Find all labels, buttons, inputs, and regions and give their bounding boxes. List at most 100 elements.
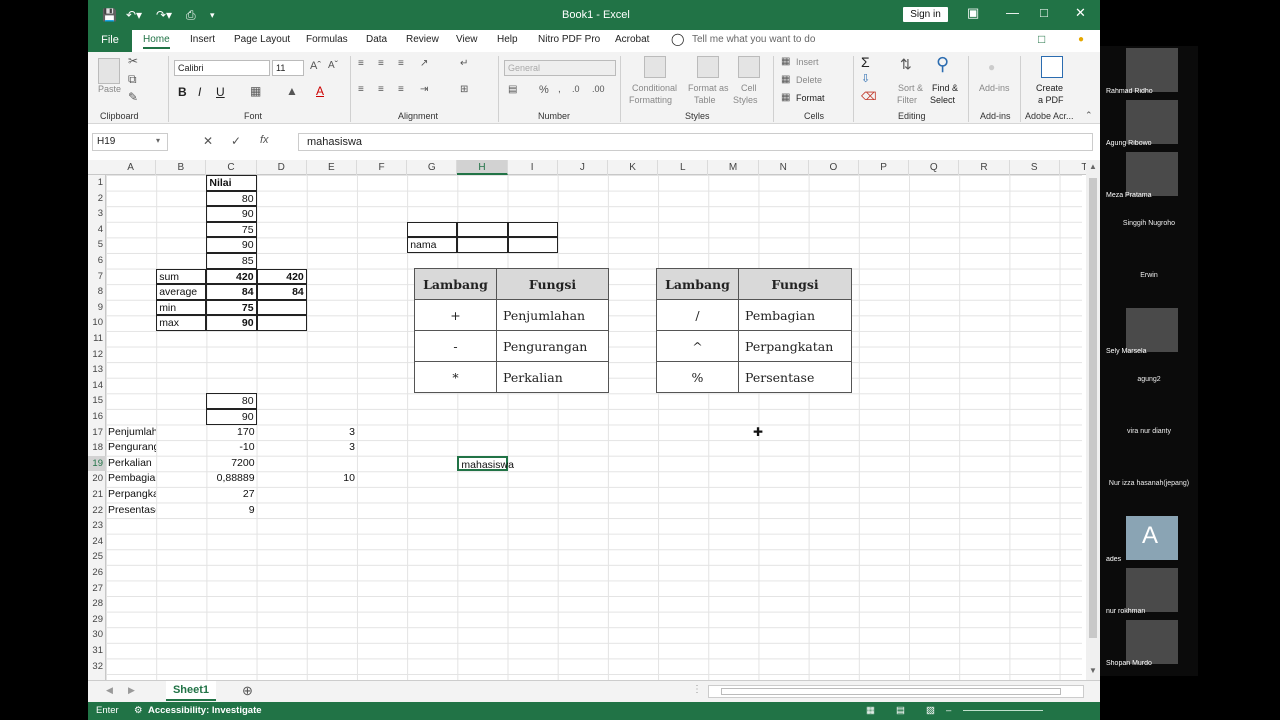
cell-d8[interactable]: 84 xyxy=(256,284,307,300)
column-header[interactable]: O xyxy=(809,160,859,175)
create-pdf-icon[interactable] xyxy=(1041,56,1063,78)
orientation-icon[interactable]: ↗ xyxy=(420,58,428,69)
tab-formulas[interactable]: Formulas xyxy=(306,34,348,45)
tab-page-layout[interactable]: Page Layout xyxy=(234,34,290,45)
row-header[interactable]: 12 xyxy=(88,347,106,363)
fill-color-icon[interactable]: ▲ xyxy=(286,84,298,98)
cell-d10[interactable] xyxy=(256,315,307,331)
paste-label[interactable]: Paste xyxy=(98,84,121,94)
page-break-view-icon[interactable]: ▧ xyxy=(926,702,935,720)
align-top-icon[interactable]: ≡ xyxy=(358,58,364,69)
align-center-icon[interactable]: ≡ xyxy=(378,84,384,95)
row-header[interactable]: 24 xyxy=(88,534,106,550)
tab-help[interactable]: Help xyxy=(497,34,518,45)
insert-function-icon[interactable]: fx xyxy=(260,134,269,146)
row-header[interactable]: 23 xyxy=(88,518,106,534)
cell-e17[interactable]: 3 xyxy=(307,425,357,441)
active-cell[interactable]: mahasiswa xyxy=(457,455,514,472)
row-header[interactable]: 4 xyxy=(88,222,106,238)
tab-view[interactable]: View xyxy=(456,34,478,45)
cell-c9[interactable]: 75 xyxy=(206,299,257,316)
row-header[interactable]: 7 xyxy=(88,269,106,285)
cell-c2[interactable]: 80 xyxy=(206,190,257,207)
increase-decimal-icon[interactable]: .0 xyxy=(572,84,580,94)
cell-c17[interactable]: 170 xyxy=(206,425,256,441)
row-header[interactable]: 8 xyxy=(88,284,106,300)
normal-view-icon[interactable]: ▦ xyxy=(866,702,875,720)
cell-c6[interactable]: 85 xyxy=(206,253,257,269)
tab-review[interactable]: Review xyxy=(406,34,439,45)
cell-c1[interactable]: Nilai xyxy=(206,175,257,191)
zoom-out-icon[interactable]: – xyxy=(946,702,951,720)
row-header[interactable]: 31 xyxy=(88,643,106,659)
minimize-icon[interactable]: — xyxy=(1006,5,1019,20)
cell-c7[interactable]: 420 xyxy=(206,268,257,285)
bold-icon[interactable]: B xyxy=(178,85,187,99)
undo-icon[interactable]: ↶▾ xyxy=(126,8,142,22)
comments-icon[interactable]: □ xyxy=(1038,32,1045,46)
align-middle-icon[interactable]: ≡ xyxy=(378,58,384,69)
row-header[interactable]: 2 xyxy=(88,191,106,207)
addins-button-label[interactable]: Add-ins xyxy=(979,83,1010,93)
indent-icon[interactable]: ⇥ xyxy=(420,84,428,95)
column-header[interactable]: B xyxy=(156,160,207,175)
cell-c8[interactable]: 84 xyxy=(206,284,257,300)
paste-icon[interactable] xyxy=(98,58,120,84)
conditional-formatting-icon[interactable] xyxy=(644,56,666,78)
row-header[interactable]: 30 xyxy=(88,627,106,643)
cell-h4[interactable] xyxy=(457,221,508,238)
cell-h5[interactable] xyxy=(457,237,508,253)
column-header[interactable]: S xyxy=(1010,160,1060,175)
row-header[interactable]: 15 xyxy=(88,393,106,409)
font-name-select[interactable]: Calibri xyxy=(174,60,270,76)
number-format-select[interactable]: General xyxy=(504,60,616,76)
confirm-entry-icon[interactable]: ✓ xyxy=(231,134,241,148)
row-header[interactable]: 14 xyxy=(88,378,106,394)
row-header[interactable]: 11 xyxy=(88,331,106,347)
addins-icon[interactable]: ● xyxy=(988,60,995,74)
cell-b9[interactable]: min xyxy=(156,299,207,316)
accessibility-icon[interactable]: ⚙ xyxy=(134,702,143,720)
horizontal-scrollbar[interactable] xyxy=(708,685,1084,698)
tab-file[interactable]: File xyxy=(88,30,132,52)
accessibility-status[interactable]: Accessibility: Investigate xyxy=(148,702,262,720)
cell-a17[interactable]: Penjumlahan xyxy=(106,425,156,441)
cell-b10[interactable]: max xyxy=(156,315,207,331)
column-header[interactable]: D xyxy=(257,160,307,175)
font-size-select[interactable]: 11 xyxy=(272,60,304,76)
cell-b8[interactable]: average xyxy=(156,284,207,300)
maximize-icon[interactable]: □ xyxy=(1040,5,1048,20)
merge-center-icon[interactable]: ⊞ xyxy=(460,84,468,95)
close-icon[interactable]: ✕ xyxy=(1075,5,1086,21)
column-header[interactable]: G xyxy=(407,160,458,175)
row-header[interactable]: 13 xyxy=(88,362,106,378)
row-header[interactable]: 17 xyxy=(88,425,106,441)
comma-icon[interactable]: , xyxy=(558,84,561,95)
tell-me-search[interactable]: Tell me what you want to do xyxy=(692,34,815,45)
cell-b7[interactable]: sum xyxy=(156,268,207,285)
scroll-up-icon[interactable]: ▲ xyxy=(1089,162,1097,171)
cell-c10[interactable]: 90 xyxy=(206,315,257,331)
row-header[interactable]: 1 xyxy=(88,175,106,191)
delete-cells-label[interactable]: Delete xyxy=(796,75,822,85)
next-sheet-icon[interactable]: ▶ xyxy=(128,685,135,696)
create-label[interactable]: Create xyxy=(1036,83,1063,93)
row-header[interactable]: 29 xyxy=(88,612,106,628)
decrease-decimal-icon[interactable]: .00 xyxy=(592,84,605,94)
cancel-entry-icon[interactable]: ✕ xyxy=(203,134,213,148)
tab-data[interactable]: Data xyxy=(366,34,387,45)
cell-c5[interactable]: 90 xyxy=(206,237,257,253)
row-header[interactable]: 22 xyxy=(88,503,106,519)
scroll-down-icon[interactable]: ▼ xyxy=(1089,666,1097,675)
row-header[interactable]: 32 xyxy=(88,659,106,675)
name-box-dropdown-icon[interactable]: ▾ xyxy=(156,136,160,145)
cell-c16[interactable]: 90 xyxy=(206,409,257,425)
cell-d9[interactable] xyxy=(256,299,307,316)
row-header[interactable]: 20 xyxy=(88,471,106,487)
page-layout-view-icon[interactable]: ▤ xyxy=(896,702,905,720)
cell-g5[interactable]: nama xyxy=(407,237,458,253)
table-label[interactable]: Table xyxy=(694,95,716,105)
prev-sheet-icon[interactable]: ◀ xyxy=(106,685,113,696)
fill-icon[interactable]: ⇩ xyxy=(861,72,870,85)
column-header[interactable]: N xyxy=(759,160,809,175)
